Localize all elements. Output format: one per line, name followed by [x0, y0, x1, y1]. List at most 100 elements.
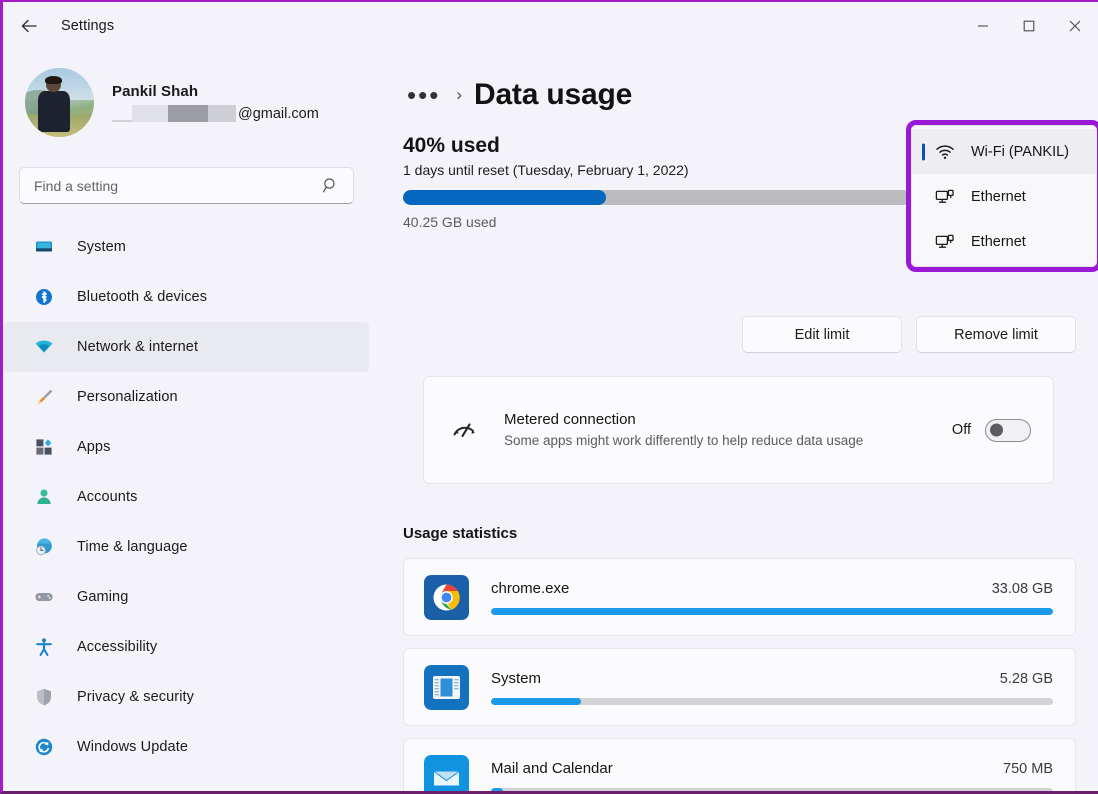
table-row[interactable]: Mail and Calendar 750 MB: [403, 738, 1076, 791]
app-usage-bar-fill: [491, 787, 504, 791]
sidebar-item-label: Time & language: [77, 539, 188, 555]
app-name: Mail and Calendar: [491, 759, 613, 777]
app-data-size: 33.08 GB: [991, 580, 1053, 597]
sidebar-item-accessibility[interactable]: Accessibility: [3, 622, 369, 672]
sidebar-item-accounts[interactable]: Accounts: [3, 472, 369, 522]
sidebar-item-label: Gaming: [77, 589, 129, 605]
sidebar-item-windows-update[interactable]: Windows Update: [3, 722, 369, 772]
account-email: @gmail.com: [112, 105, 319, 122]
network-adapter-flyout: Wi-Fi (PANKIL) Ethernet Ethernet: [911, 125, 1097, 267]
sidebar-item-label: Windows Update: [77, 739, 189, 755]
account-name: Pankil Shah: [112, 83, 199, 100]
network-item-ethernet-1[interactable]: Ethernet: [912, 174, 1096, 219]
bluetooth-icon: [33, 286, 55, 308]
app-name: System: [491, 669, 542, 687]
sidebar-item-label: Personalization: [77, 389, 178, 405]
search-input[interactable]: [20, 177, 322, 194]
sidebar-item-label: Accounts: [77, 489, 138, 505]
network-item-label: Ethernet: [971, 233, 1026, 250]
maximize-icon: [1023, 20, 1035, 32]
metered-connection-toggle[interactable]: [985, 418, 1031, 442]
network-item-label: Ethernet: [971, 188, 1026, 205]
system-app-icon: [424, 664, 469, 710]
search-box[interactable]: [19, 167, 354, 204]
system-icon: [33, 236, 55, 258]
app-usage-bar: [491, 697, 1053, 705]
sidebar-item-time-language[interactable]: Time & language: [3, 522, 369, 572]
table-row[interactable]: chrome.exe 33.08 GB: [403, 558, 1076, 636]
table-row[interactable]: System 5.28 GB: [403, 648, 1076, 726]
app-usage-bar: [491, 787, 1053, 791]
avatar: [25, 68, 94, 137]
metered-connection-title: Metered connection: [504, 410, 636, 428]
window-controls: [960, 2, 1098, 50]
minimize-button[interactable]: [960, 2, 1006, 50]
sidebar-item-apps[interactable]: Apps: [3, 422, 369, 472]
sidebar-item-gaming[interactable]: Gaming: [3, 572, 369, 622]
network-item-ethernet-2[interactable]: Ethernet: [912, 219, 1096, 264]
sidebar-nav: System Bluetooth & devices Network & int…: [3, 222, 383, 772]
sidebar-item-label: Privacy & security: [77, 689, 195, 705]
sidebar-item-system[interactable]: System: [3, 222, 369, 272]
wifi-icon: [33, 336, 55, 358]
account-block[interactable]: Pankil Shah @gmail.com: [25, 68, 383, 137]
shield-icon: [33, 686, 55, 708]
arrow-left-icon: [21, 19, 37, 33]
app-data-size: 5.28 GB: [999, 670, 1053, 687]
minimize-icon: [978, 25, 988, 27]
close-icon: [1069, 20, 1081, 32]
update-icon: [33, 736, 55, 758]
close-button[interactable]: [1052, 2, 1098, 50]
sidebar-item-network-internet[interactable]: Network & internet: [3, 322, 369, 372]
network-item-label: Wi-Fi (PANKIL): [971, 143, 1070, 160]
breadcrumb-overflow-button[interactable]: •••: [403, 82, 444, 108]
sidebar-item-label: Apps: [77, 439, 111, 455]
usage-statistics-list: chrome.exe 33.08 GB System 5.28 GB Mail …: [403, 558, 1076, 791]
data-limit-progress-bar: [403, 190, 911, 205]
clock-globe-icon: [33, 536, 55, 558]
email-redaction: [168, 105, 208, 122]
account-email-domain: @gmail.com: [238, 105, 319, 122]
title-bar: Settings: [3, 2, 1098, 50]
usage-statistics-heading: Usage statistics: [403, 525, 518, 542]
page-title: Data usage: [473, 78, 633, 111]
remove-limit-button[interactable]: Remove limit: [916, 316, 1076, 353]
sidebar: Pankil Shah @gmail.com Find a setting Sy…: [3, 50, 383, 791]
chevron-right-icon: ›: [456, 85, 462, 104]
sidebar-item-bluetooth-devices[interactable]: Bluetooth & devices: [3, 272, 369, 322]
search-icon: [322, 177, 339, 194]
email-redaction: [208, 105, 236, 122]
limit-actions: Edit limit Remove limit: [742, 316, 1076, 353]
sidebar-item-label: Accessibility: [77, 639, 158, 655]
app-title: Settings: [61, 18, 115, 34]
app-usage-bar: [491, 607, 1053, 615]
chrome-icon: [424, 574, 469, 620]
settings-window: Settings Pankil Shah @gmail.com Find a s…: [0, 0, 1098, 794]
speedometer-icon: [448, 415, 482, 445]
accessibility-icon: [33, 636, 55, 658]
toggle-knob: [990, 423, 1003, 437]
app-data-size: 750 MB: [1003, 760, 1053, 777]
apps-icon: [33, 436, 55, 458]
maximize-button[interactable]: [1006, 2, 1052, 50]
sidebar-item-privacy-security[interactable]: Privacy & security: [3, 672, 369, 722]
sidebar-item-label: System: [77, 239, 126, 255]
email-redaction: [132, 105, 168, 122]
metered-connection-description: Some apps might work differently to help…: [504, 432, 864, 448]
app-usage-bar-fill: [491, 607, 1053, 615]
metered-connection-card[interactable]: Metered connection Some apps might work …: [423, 376, 1054, 484]
breadcrumb: ••• › Data usage: [403, 72, 1098, 118]
back-button[interactable]: [11, 10, 47, 42]
email-redaction: [112, 105, 132, 122]
network-item-wifi[interactable]: Wi-Fi (PANKIL): [912, 129, 1096, 174]
sidebar-item-label: Bluetooth & devices: [77, 289, 208, 305]
metered-toggle-state: Off: [951, 422, 971, 438]
data-limit-progress-fill: [403, 190, 607, 205]
brush-icon: [33, 386, 55, 408]
gamepad-icon: [33, 586, 55, 608]
app-name: chrome.exe: [491, 579, 570, 597]
ethernet-icon: [934, 233, 956, 251]
edit-limit-button[interactable]: Edit limit: [742, 316, 902, 353]
sidebar-item-personalization[interactable]: Personalization: [3, 372, 369, 422]
ethernet-icon: [934, 188, 956, 206]
